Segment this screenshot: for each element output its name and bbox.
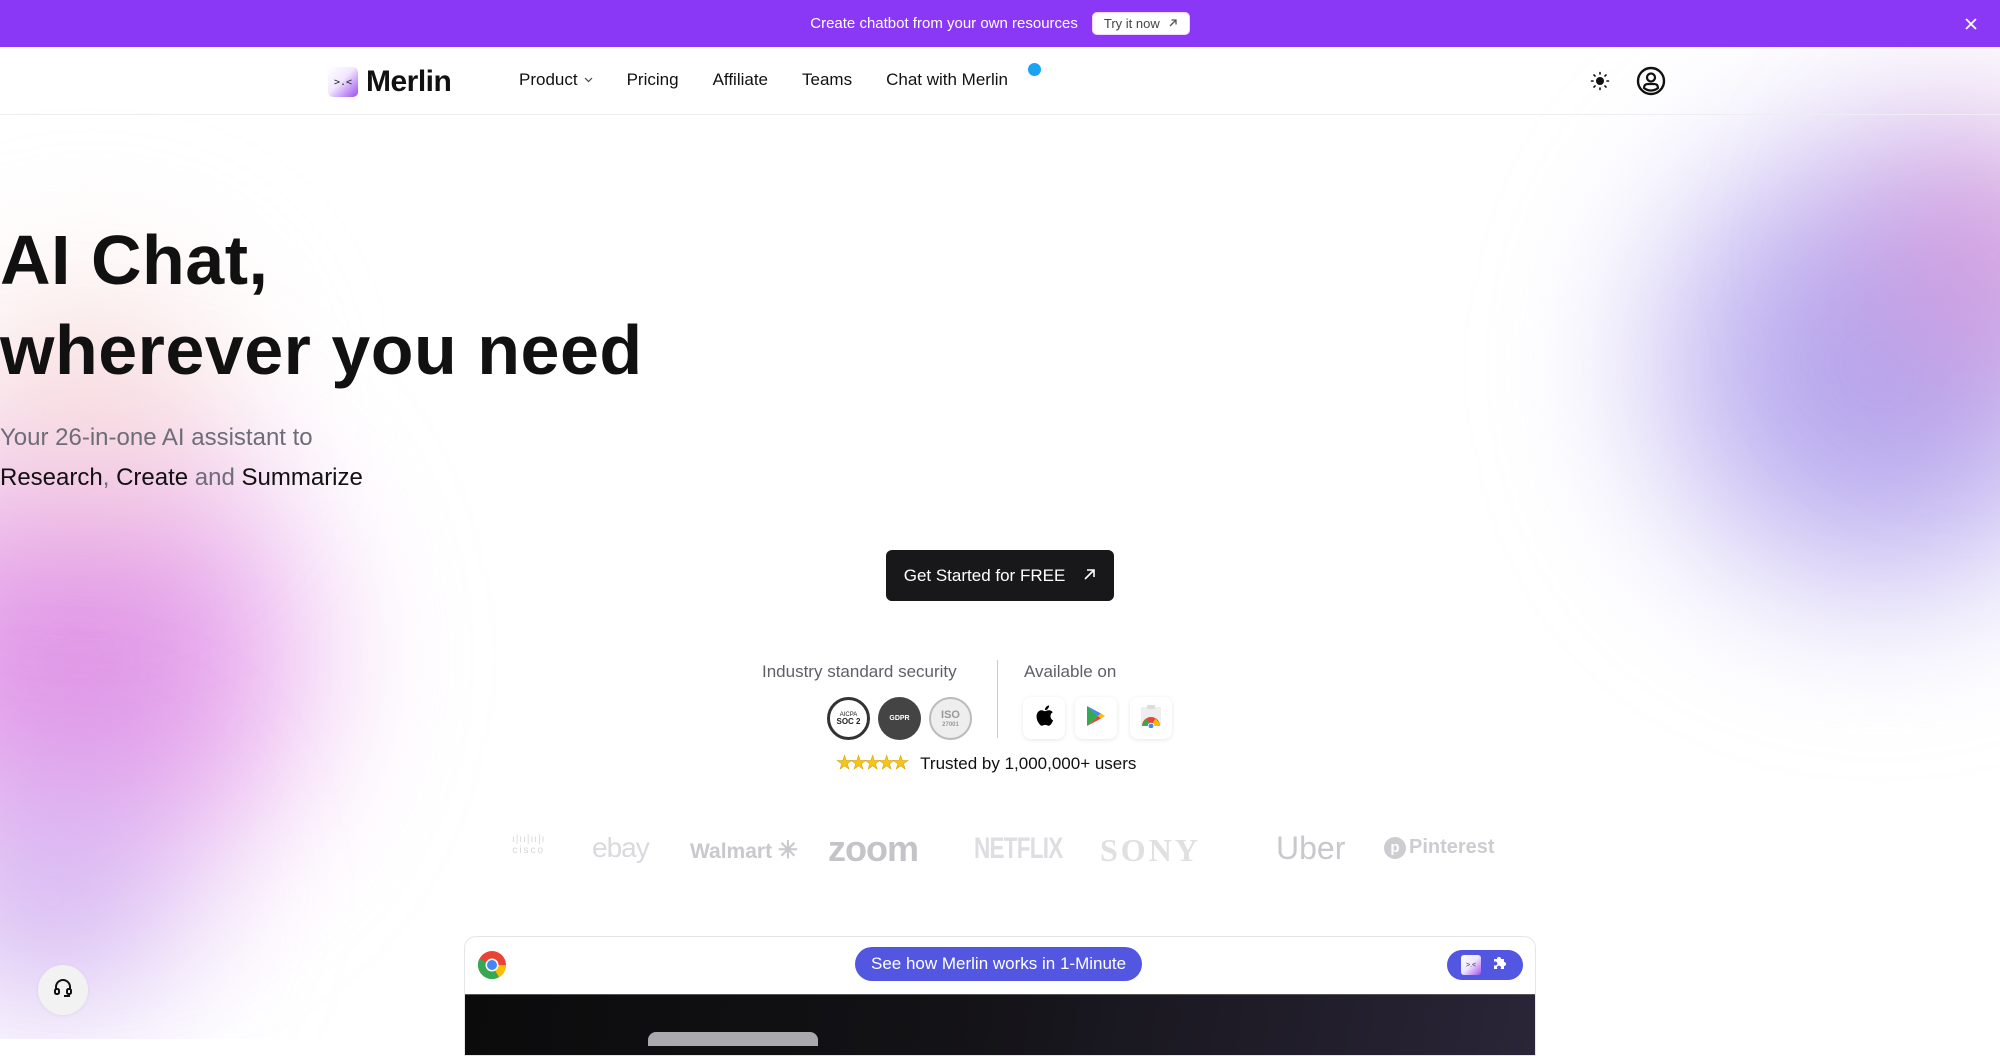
- nav-item-pricing[interactable]: Pricing: [627, 70, 679, 90]
- word-create: Create: [116, 464, 189, 491]
- merlin-logo-icon: >.<: [328, 67, 358, 97]
- google-play-button[interactable]: [1075, 697, 1117, 739]
- top-navigation: >.< Merlin Product Pricing Affiliate Tea…: [0, 47, 2000, 115]
- hero-subtitle-line2: Research, Create and Summarize: [0, 464, 2000, 492]
- iso-badge: ISO 27001: [929, 697, 972, 740]
- nav-item-label: Teams: [802, 70, 853, 89]
- puzzle-icon: [1491, 954, 1509, 977]
- badge-text: GDPR: [889, 715, 910, 722]
- soc2-badge: AICPA SOC 2: [827, 697, 870, 740]
- google-play-icon: [1086, 705, 1106, 732]
- app-store-button[interactable]: [1023, 697, 1065, 739]
- nav-item-label: Affiliate: [712, 70, 769, 89]
- section-divider: [997, 660, 998, 738]
- hero-subtitle-line1: Your 26-in-one AI assistant to: [0, 424, 313, 451]
- chevron-down-icon: [584, 77, 593, 83]
- brand-sony: SONY: [1100, 832, 1201, 868]
- main-menu: Product Pricing Affiliate Teams Chat wit…: [519, 62, 1041, 90]
- extension-pill[interactable]: >.<: [1447, 950, 1523, 980]
- gradient-blob-left: [0, 377, 360, 937]
- availability-title: Available on: [1024, 662, 1117, 681]
- theme-toggle-button[interactable]: [1590, 71, 1610, 96]
- get-started-button[interactable]: Get Started for FREE: [886, 550, 1114, 601]
- nav-item-affiliate[interactable]: Affiliate: [713, 70, 768, 90]
- merlin-logo[interactable]: >.< Merlin: [328, 65, 452, 99]
- logo-face: >.<: [333, 76, 353, 88]
- get-started-label: Get Started for FREE: [903, 565, 1066, 585]
- video-content-shape: [648, 1032, 818, 1046]
- nav-item-chat-with-merlin[interactable]: Chat with Merlin: [886, 62, 1041, 90]
- hero-title-line2: wherever you need: [0, 311, 643, 389]
- badge-text: ISO: [941, 708, 960, 721]
- support-chat-button[interactable]: [38, 965, 88, 1015]
- apple-icon: [1034, 704, 1054, 732]
- nav-item-product[interactable]: Product: [519, 70, 593, 90]
- see-how-merlin-works-button[interactable]: See how Merlin works in 1-Minute: [855, 947, 1143, 981]
- rating-stars: ★★★★★: [836, 753, 910, 775]
- nav-item-label: Pricing: [626, 70, 679, 89]
- close-icon: [1965, 14, 1977, 35]
- promo-banner: Create chatbot from your own resources T…: [0, 0, 2000, 47]
- brand-walmart: Walmart ✳: [690, 837, 799, 864]
- close-banner-button[interactable]: [1958, 11, 1984, 37]
- video-player[interactable]: [465, 994, 1535, 1055]
- security-title: Industry standard security: [762, 662, 957, 681]
- video-toolbar: See how Merlin works in 1-Minute >.<: [465, 937, 1535, 994]
- nav-actions: [1590, 66, 1666, 101]
- background-gradient: [0, 47, 2000, 1039]
- word-separator: ,: [102, 464, 110, 491]
- banner-text: Create chatbot from your own resources: [810, 15, 1078, 32]
- hero-title-line1: AI Chat,: [0, 221, 269, 299]
- demo-video-frame: See how Merlin works in 1-Minute >.<: [464, 936, 1536, 1056]
- logo-text: Merlin: [366, 65, 452, 98]
- badge-text: SOC 2: [836, 717, 861, 726]
- arrow-up-right-icon: [1168, 16, 1178, 31]
- nav-item-label: Product: [519, 70, 578, 89]
- sun-icon: [1590, 71, 1610, 95]
- brand-zoom: zoom: [828, 828, 919, 869]
- arrow-up-right-icon: [1083, 566, 1096, 586]
- chrome-web-store-button[interactable]: [1130, 697, 1172, 739]
- trust-text: Trusted by 1,000,000+ users: [920, 753, 1137, 773]
- trust-row: ★★★★★ Trusted by 1,000,000+ users: [836, 752, 1137, 775]
- brand-uber: Uber: [1276, 830, 1346, 866]
- badge-text: 27001: [942, 721, 959, 728]
- headset-icon: [51, 976, 75, 1005]
- word-summarize: Summarize: [241, 464, 363, 491]
- chrome-web-store-icon: [1139, 704, 1163, 733]
- gdpr-badge: GDPR: [878, 697, 921, 740]
- nav-item-label: Chat with Merlin: [886, 70, 1008, 89]
- brand-cisco: ı|ıı|ıı|ı cisco: [512, 834, 546, 856]
- word-and: and: [194, 464, 235, 491]
- chrome-icon: [477, 950, 507, 985]
- word-research: Research: [0, 464, 103, 491]
- nav-item-teams[interactable]: Teams: [802, 70, 852, 90]
- user-circle-icon: [1636, 66, 1666, 100]
- brand-pinterest: p Pinterest: [1384, 836, 1495, 859]
- brand-netflix: NETFLIX: [974, 832, 1063, 865]
- notification-dot: [1027, 62, 1041, 76]
- try-it-now-label: Try it now: [1103, 16, 1160, 31]
- merlin-extension-icon: >.<: [1461, 955, 1481, 975]
- brand-ebay: ebay: [592, 832, 650, 863]
- try-it-now-button[interactable]: Try it now: [1091, 12, 1190, 35]
- account-button[interactable]: [1636, 66, 1666, 101]
